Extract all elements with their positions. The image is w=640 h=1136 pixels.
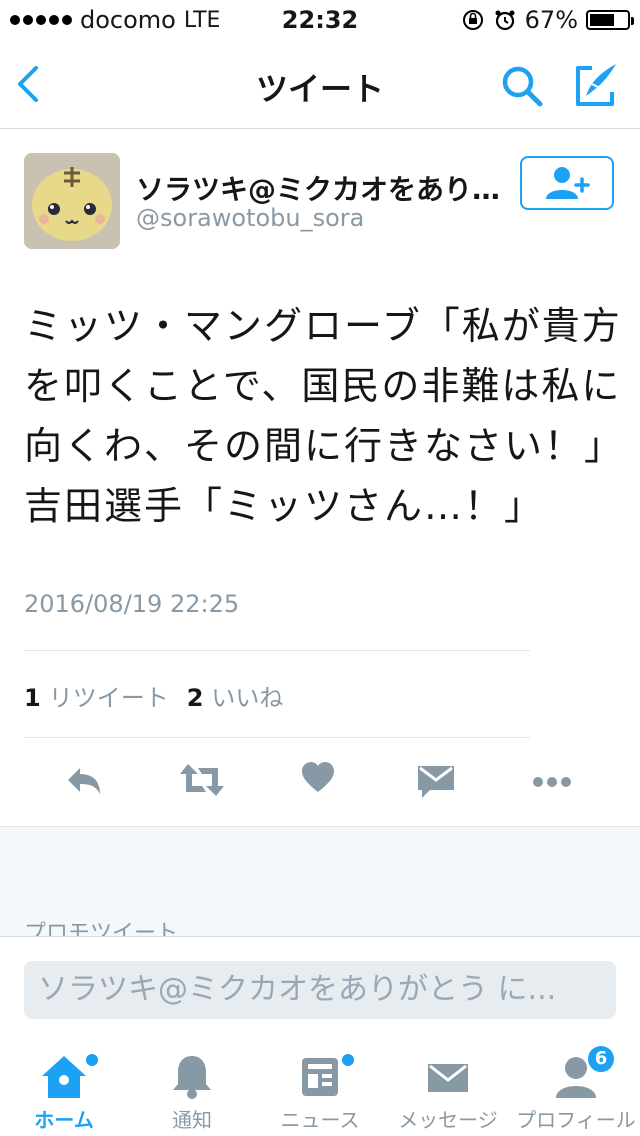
tweet-stats: 1 リツイート 2 いいね <box>24 678 283 713</box>
promoted-section: プロモツイート <box>0 826 640 937</box>
battery-icon <box>586 10 634 30</box>
battery-percent: 67% <box>524 6 578 34</box>
compose-icon <box>576 64 616 106</box>
follow-button[interactable] <box>520 156 614 210</box>
tweet-timestamp: 2016/08/19 22:25 <box>24 590 240 618</box>
like-button[interactable] <box>300 760 336 800</box>
avatar[interactable] <box>24 153 120 249</box>
add-user-icon <box>546 167 590 199</box>
tab-messages-label: メッセージ <box>398 1108 498 1132</box>
heart-icon <box>302 762 334 792</box>
retweet-count[interactable]: 1 <box>24 684 41 712</box>
retweet-button[interactable] <box>178 760 226 804</box>
tab-messages[interactable]: メッセージ <box>384 1040 512 1136</box>
reply-bar: ソラツキ@ミクカオをありがとう に... <box>0 936 640 1037</box>
tweet-actions <box>0 760 640 804</box>
more-button[interactable] <box>530 760 574 804</box>
tab-notifications[interactable]: 通知 <box>128 1040 256 1136</box>
display-name[interactable]: ソラツキ@ミクカオをあり… <box>136 168 506 208</box>
reply-icon <box>68 768 100 794</box>
envelope-icon <box>428 1064 468 1092</box>
news-icon <box>302 1058 338 1096</box>
navigation-bar: ツイート <box>0 40 640 129</box>
alarm-icon <box>495 10 515 31</box>
tab-news[interactable]: ニュース <box>256 1040 384 1136</box>
search-icon <box>502 66 543 107</box>
tab-home[interactable]: ホーム <box>0 1040 128 1136</box>
more-dots-icon <box>533 777 571 787</box>
tab-notifications-label: 通知 <box>172 1108 212 1132</box>
profile-badge: 6 <box>586 1044 616 1074</box>
like-count[interactable]: 2 <box>187 684 204 712</box>
status-bar: docomo LTE 22:32 67% <box>0 0 640 40</box>
retweet-icon <box>180 764 224 796</box>
compose-button[interactable] <box>572 60 620 114</box>
envelope-icon <box>418 766 454 798</box>
tab-bar: ホーム 通知 ニュース メッセージ 6 プロフィール <box>0 1040 640 1136</box>
news-notification-dot <box>340 1052 356 1068</box>
search-button[interactable] <box>498 62 546 114</box>
direct-message-button[interactable] <box>416 760 456 804</box>
bell-icon <box>173 1056 211 1099</box>
promoted-tweet-label: プロモツイート <box>24 921 179 937</box>
tab-profile[interactable]: 6 プロフィール <box>512 1040 640 1136</box>
divider <box>24 737 530 738</box>
divider <box>24 650 530 651</box>
home-icon <box>42 1056 86 1098</box>
tab-profile-label: プロフィール <box>516 1108 636 1132</box>
status-right: 67% <box>461 6 634 34</box>
orientation-lock-icon <box>462 10 483 30</box>
retweet-label[interactable]: リツイート <box>49 678 169 713</box>
tab-news-label: ニュース <box>280 1108 360 1132</box>
like-label[interactable]: いいね <box>211 678 283 713</box>
tweet-text: ミッツ・マングローブ「私が貴方を叩くことで、国民の非難は私に向くわ、その間に行き… <box>24 304 625 528</box>
reply-input[interactable]: ソラツキ@ミクカオをありがとう に... <box>24 961 616 1019</box>
tab-home-label: ホーム <box>34 1108 94 1132</box>
reply-button[interactable] <box>64 760 104 804</box>
user-handle[interactable]: @sorawotobu_sora <box>136 204 364 232</box>
avatar-image <box>24 153 120 249</box>
home-notification-dot <box>84 1052 100 1068</box>
